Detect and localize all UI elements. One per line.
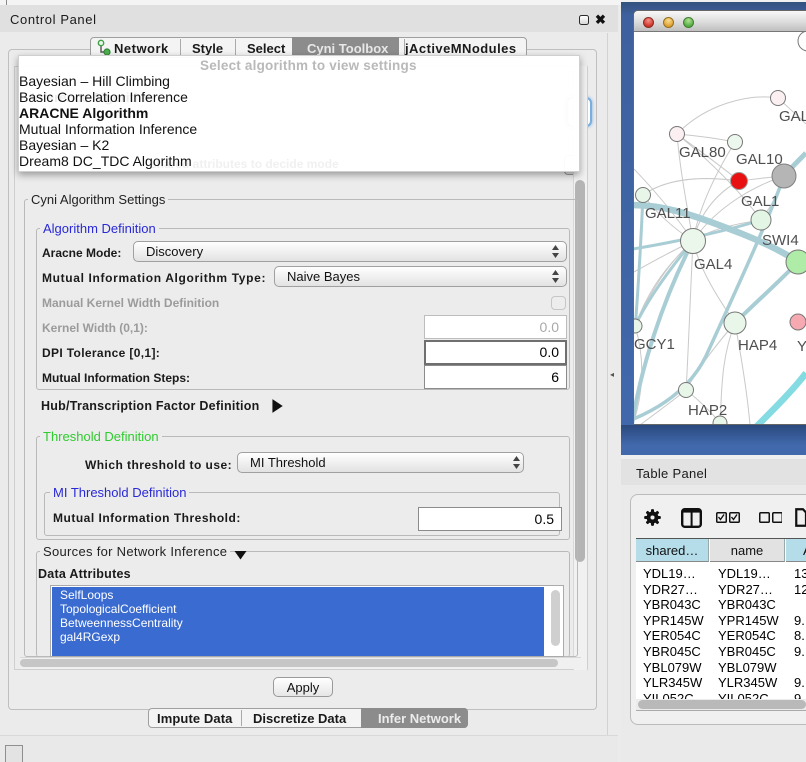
- svg-text:GAL80: GAL80: [679, 144, 726, 161]
- svg-text:SWI4: SWI4: [762, 232, 799, 249]
- svg-text:GCY1: GCY1: [634, 336, 675, 353]
- svg-text:GAL1: GAL1: [741, 193, 779, 210]
- svg-text:GAL: GAL: [779, 108, 806, 125]
- svg-text:Y: Y: [797, 338, 806, 355]
- svg-text:GAL11: GAL11: [645, 205, 691, 222]
- svg-text:HAP2: HAP2: [688, 402, 727, 419]
- svg-text:GAL4: GAL4: [694, 256, 732, 273]
- svg-text:GAL10: GAL10: [736, 151, 783, 168]
- svg-text:HAP4: HAP4: [738, 337, 777, 354]
